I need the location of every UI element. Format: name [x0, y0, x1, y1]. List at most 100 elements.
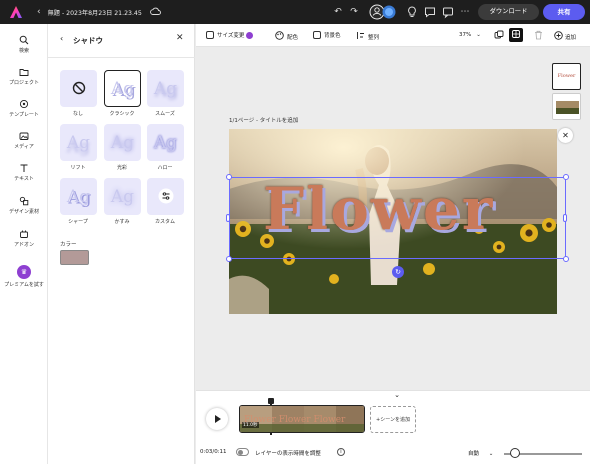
tile-preview: Ag	[66, 186, 91, 207]
collaborator-avatars[interactable]	[369, 4, 399, 20]
grid-icon	[511, 29, 521, 41]
page-thumbnail-2[interactable]	[552, 93, 581, 120]
add-button[interactable]: 追加	[554, 31, 576, 42]
chevron-down-icon: ⌄	[488, 451, 494, 457]
shadow-tile-haze[interactable]: Ag	[104, 178, 141, 215]
resize-label: サイズ変更	[217, 33, 245, 39]
tile-label: なし	[72, 111, 83, 117]
document-title[interactable]: 無題 - 2023年8月23日 21.23.45	[48, 8, 142, 17]
rail-item-text[interactable]: テキスト	[0, 163, 48, 182]
lightbulb-icon[interactable]	[405, 5, 419, 19]
tile-label: リフト	[70, 165, 86, 171]
add-scene-button[interactable]: +シーンを追加	[370, 406, 416, 433]
rail-item-design-assets[interactable]: デザイン素材	[0, 196, 48, 215]
comment-alt-icon[interactable]	[441, 5, 455, 19]
shadow-tile-custom[interactable]	[147, 178, 184, 215]
svg-text:Flower Flower Flower: Flower Flower Flower	[244, 415, 346, 425]
share-button[interactable]: 共有	[543, 4, 585, 20]
tile-preview: Ag	[66, 132, 91, 153]
rail-item-premium[interactable]: ♛ プレミアムを試す	[0, 265, 48, 288]
speed-dropdown[interactable]: 自動 ⌄	[468, 449, 493, 457]
resize-handle-bottom-left[interactable]	[226, 256, 232, 262]
rail-item-projects[interactable]: プロジェクト	[0, 67, 48, 86]
resize-handle-top-left[interactable]	[226, 174, 232, 180]
color-palette-button[interactable]: 配色	[275, 31, 298, 42]
color-label: カラー	[60, 242, 77, 248]
collapse-timeline-chevron-icon[interactable]: ⌄	[391, 391, 403, 399]
undo-icon[interactable]: ↶	[331, 5, 345, 19]
layers-button[interactable]	[494, 30, 504, 42]
close-icon[interactable]: ✕	[176, 33, 184, 43]
arrange-label: 整列	[368, 34, 380, 41]
tile-label: シャープ	[68, 219, 88, 225]
playhead-knob[interactable]	[268, 398, 274, 404]
shadow-color-swatch[interactable]	[60, 250, 89, 265]
rail-item-label: プロジェクト	[8, 80, 39, 86]
scene-clip[interactable]: Flower Flower Flower 11.0秒	[239, 405, 365, 433]
arrange-icon	[356, 31, 365, 42]
canvas-toolbar	[196, 24, 590, 47]
add-label: 追加	[565, 34, 577, 41]
text-icon	[19, 163, 29, 173]
resize-handle-bottom-right[interactable]	[563, 256, 569, 262]
rail-item-label: メディア	[14, 144, 34, 150]
rail-item-media[interactable]: メディア	[0, 131, 48, 150]
zoom-dropdown[interactable]: 37% ⌄	[459, 32, 481, 38]
shapes-icon	[19, 196, 29, 206]
panel-header: ‹ シャドウ ✕	[48, 24, 195, 54]
resize-icon	[206, 31, 214, 39]
resize-handle-left[interactable]	[226, 214, 230, 222]
rail-item-search[interactable]: 検索	[0, 35, 48, 54]
timeline-zoom-slider-knob[interactable]	[510, 448, 520, 458]
premium-crown-icon	[246, 31, 254, 39]
info-icon[interactable]: i	[337, 448, 345, 456]
rotate-handle[interactable]: ↻	[392, 266, 404, 278]
tile-label: かすみ	[114, 219, 130, 225]
shadow-tile-glow[interactable]: Ag	[104, 124, 141, 161]
page-caption[interactable]: 1/1ページ - タイトルを追加	[229, 116, 298, 124]
timecode: 0:03/0:11	[200, 449, 227, 455]
page-thumbnail-1[interactable]: Flower	[552, 63, 581, 90]
chevron-down-icon: ⌄	[476, 32, 481, 38]
shadow-tile-smooth[interactable]: Ag	[147, 70, 184, 107]
resize-handle-right[interactable]	[563, 214, 567, 222]
more-options-icon[interactable]: ⋯	[458, 5, 472, 19]
cloud-sync-icon	[149, 7, 161, 17]
panel-title: シャドウ	[73, 36, 103, 45]
rail-item-label: テンプレート	[9, 112, 39, 118]
shadow-tile-none[interactable]	[60, 70, 97, 107]
background-color-button[interactable]: 背景色	[313, 31, 341, 39]
layer-duration-toggle[interactable]	[236, 448, 249, 456]
background-label: 背景色	[324, 33, 341, 39]
rail-item-label: デザイン素材	[8, 209, 39, 215]
grid-button[interactable]	[509, 28, 523, 42]
rail-item-addons[interactable]: アドオン	[0, 229, 48, 248]
tile-preview: Ag	[153, 132, 178, 153]
redo-icon[interactable]: ↷	[347, 5, 361, 19]
plus-circle-icon	[554, 31, 563, 42]
deselect-close-button[interactable]: ✕	[558, 128, 573, 143]
resize-button[interactable]: サイズ変更	[206, 31, 254, 39]
arrange-button[interactable]: 整列	[356, 31, 379, 42]
comment-icon[interactable]	[423, 5, 437, 19]
tile-preview: Ag	[110, 186, 135, 207]
shadow-tile-lift[interactable]: Ag	[60, 124, 97, 161]
tile-preview: Ag	[153, 78, 178, 99]
play-button[interactable]	[206, 408, 228, 430]
back-chevron-icon[interactable]: ‹	[37, 7, 41, 17]
trash-icon	[534, 30, 543, 42]
rail-item-templates[interactable]: テンプレート	[0, 99, 48, 118]
delete-button[interactable]	[534, 30, 543, 42]
shadow-tile-sharp[interactable]: Ag	[60, 178, 97, 215]
shadow-tile-halo[interactable]: Ag	[147, 124, 184, 161]
layers-icon	[494, 30, 504, 42]
rail-item-label: プレミアムを試す	[4, 282, 44, 288]
download-button[interactable]: ダウンロード	[478, 4, 539, 20]
back-chevron-icon[interactable]: ‹	[60, 34, 63, 43]
app-logo-icon[interactable]	[9, 5, 23, 19]
shadow-tile-classic[interactable]: Ag	[104, 70, 141, 107]
tile-label: 光彩	[116, 165, 127, 171]
rail-item-label: テキスト	[14, 176, 34, 182]
resize-handle-top-right[interactable]	[563, 174, 569, 180]
sliders-icon	[158, 188, 174, 206]
